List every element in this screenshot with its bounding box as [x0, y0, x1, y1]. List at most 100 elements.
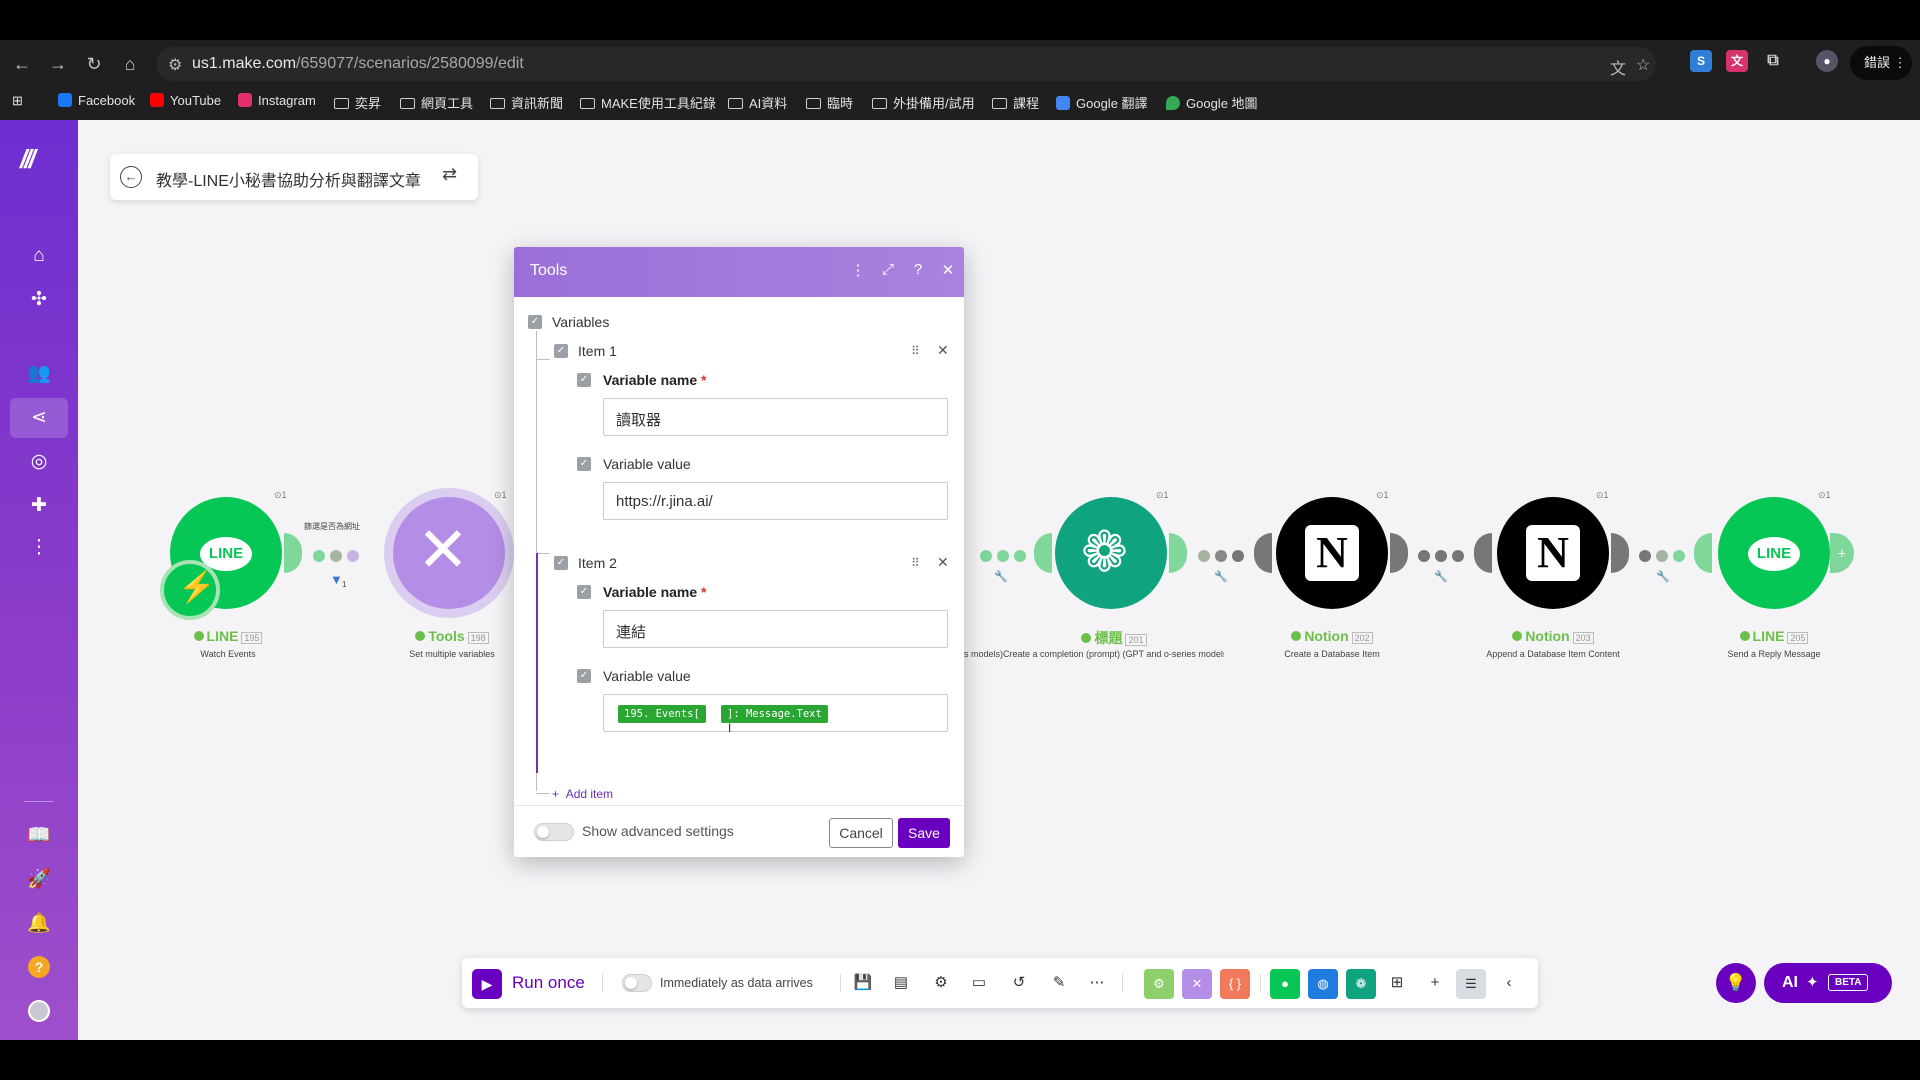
remove-item-close-icon[interactable]: ✕ [937, 554, 949, 571]
rocket-icon[interactable]: 🚀 [25, 866, 53, 894]
bookmark-folder[interactable]: 網頁工具 [400, 93, 473, 112]
filter-funnel-icon[interactable]: ▼ [330, 572, 343, 587]
play-icon[interactable]: ▶ [472, 969, 502, 999]
openai-completion-node[interactable]: ❁ [1055, 497, 1167, 609]
extension-s-icon[interactable]: S [1690, 50, 1712, 72]
expand-icon[interactable]: ⤢ [878, 261, 898, 278]
tools-flow-control-icon[interactable]: ⚙ [1144, 969, 1174, 999]
wrench-icon[interactable]: 🔧 [1656, 570, 1670, 583]
item2-value-checkbox[interactable]: ✓ [577, 669, 591, 683]
reload-icon[interactable]: ↻ [80, 50, 108, 78]
back-circle-icon[interactable]: ← [120, 166, 142, 188]
bookmark-folder[interactable]: 外掛備用/試用 [872, 93, 975, 112]
make-logo[interactable]: /// [20, 144, 58, 174]
openai-app-icon[interactable]: ❁ [1346, 969, 1376, 999]
save-disk-icon[interactable]: 💾 [852, 972, 874, 994]
drag-handle-icon[interactable]: ⠿ [911, 556, 920, 570]
item2-checkbox[interactable]: ✓ [554, 556, 568, 570]
site-settings-icon[interactable]: ⚙ [168, 55, 182, 75]
bookmark-star-icon[interactable]: ☆ [1636, 55, 1650, 75]
wrench-icon[interactable]: 🔧 [1214, 570, 1228, 583]
text-parser-icon[interactable]: { } [1220, 969, 1250, 999]
avatar[interactable] [28, 1000, 50, 1022]
bookmark-instagram[interactable]: Instagram [238, 93, 316, 108]
advanced-settings-toggle[interactable] [534, 823, 574, 841]
bookmark-google-maps[interactable]: Google 地圖 [1166, 93, 1258, 112]
auto-align-wand-icon[interactable]: ✎ [1048, 972, 1070, 994]
address-bar[interactable]: ⚙ us1.make.com/659077/scenarios/2580099/… [156, 47, 1656, 81]
cancel-button[interactable]: Cancel [829, 818, 893, 848]
lightbulb-icon[interactable]: 💡 [1716, 963, 1756, 1003]
bookmark-google-translate[interactable]: Google 翻譯 [1056, 93, 1148, 112]
item2-variable-value-field[interactable]: 195. Events[ ]: Message.Text I [603, 694, 948, 735]
bookmark-folder[interactable]: 奕昇 [334, 93, 381, 112]
bookmark-folder[interactable]: 資訊新聞 [490, 93, 563, 112]
item2-name-checkbox[interactable]: ✓ [577, 585, 591, 599]
apps-puzzle-icon[interactable]: ✚ [25, 492, 53, 520]
bookmark-facebook[interactable]: Facebook [58, 93, 135, 108]
item2-variable-name-field[interactable]: 連結 [603, 610, 948, 648]
variables-checkbox[interactable]: ✓ [528, 315, 542, 329]
http-globe-icon[interactable]: ◍ [1308, 969, 1338, 999]
item1-name-checkbox[interactable]: ✓ [577, 373, 591, 387]
scenario-name[interactable]: 教學-LINE小秘書協助分析與翻譯文章 [156, 167, 421, 191]
more-horizontal-icon[interactable]: ⋯ [1086, 972, 1108, 994]
wrench-icon[interactable]: 🔧 [1434, 570, 1448, 583]
undo-icon[interactable]: ↺ [1008, 972, 1030, 994]
immediately-toggle[interactable] [622, 974, 652, 992]
apps-grid-icon[interactable]: ⊞ [12, 93, 23, 109]
mapped-value-pill[interactable]: 195. Events[ [618, 705, 706, 723]
home-icon[interactable]: ⌂ [25, 242, 53, 270]
bookmark-folder[interactable]: 課程 [992, 93, 1039, 112]
apps-grid-icon[interactable]: ⊞ [1386, 972, 1408, 994]
item1-variable-value-field[interactable]: https://r.jina.ai/ [603, 482, 948, 520]
docs-book-icon[interactable]: 📖 [25, 822, 53, 850]
profile-avatar-icon[interactable]: ● [1816, 50, 1838, 72]
notion-create-item-node[interactable]: N [1276, 497, 1388, 609]
close-icon[interactable]: ✕ [938, 261, 958, 279]
add-module-plus-icon[interactable]: + [1830, 533, 1854, 573]
tools-icon[interactable]: ✕ [1182, 969, 1212, 999]
bookmark-folder[interactable]: MAKE使用工具紀錄 [580, 93, 716, 112]
more-vertical-icon[interactable]: ⋮ [25, 534, 53, 562]
templates-icon[interactable]: ◎ [25, 448, 53, 476]
scenarios-hub-icon[interactable]: ✣ [25, 286, 53, 314]
bookmark-folder[interactable]: AI資料 [728, 93, 787, 112]
line-reply-message-node[interactable]: LINE [1718, 497, 1830, 609]
filter-label[interactable]: 篩選是否為網址 [304, 521, 360, 532]
item1-checkbox[interactable]: ✓ [554, 344, 568, 358]
help-question-icon[interactable]: ? [908, 261, 928, 278]
instant-trigger-badge[interactable]: ⚡ [160, 560, 220, 620]
bookmark-youtube[interactable]: YouTube [150, 93, 221, 108]
collapse-chevron-left-icon[interactable]: ‹ [1498, 972, 1520, 994]
ai-assistant-button[interactable]: AI ✦ BETA [1764, 963, 1892, 1003]
drag-handle-icon[interactable]: ⠿ [911, 344, 920, 358]
scheduling-icon[interactable]: ▤ [890, 972, 912, 994]
mapped-value-pill[interactable]: ]: Message.Text [721, 705, 828, 723]
add-plus-icon[interactable]: + [1424, 972, 1446, 994]
extensions-puzzle-icon[interactable]: ⧉ [1762, 50, 1784, 72]
remove-item-close-icon[interactable]: ✕ [937, 342, 949, 359]
tools-set-variables-node[interactable]: ✕ [393, 497, 505, 609]
add-item-button[interactable]: + Add item [552, 787, 613, 801]
help-icon[interactable]: ? [28, 956, 50, 978]
save-button[interactable]: Save [898, 818, 950, 848]
checklist-icon[interactable]: ☰ [1456, 969, 1486, 999]
bookmark-folder[interactable]: 臨時 [806, 93, 853, 112]
more-vertical-icon[interactable]: ⋮ [848, 261, 868, 279]
run-once-button[interactable]: Run once [512, 973, 585, 993]
bell-icon[interactable]: 🔔 [25, 910, 53, 938]
home-icon[interactable]: ⌂ [116, 50, 144, 78]
notes-icon[interactable]: ▭ [968, 972, 990, 994]
item1-variable-name-field[interactable]: 讀取器 [603, 398, 948, 436]
line-app-icon[interactable]: ● [1270, 969, 1300, 999]
wrench-icon[interactable]: 🔧 [994, 570, 1008, 583]
share-scenarios-icon[interactable]: ⋖ [25, 404, 53, 432]
translate-page-icon[interactable]: 文 [1610, 55, 1626, 79]
extension-translate-icon[interactable]: 文 [1726, 50, 1748, 72]
back-arrow-icon[interactable]: ← [8, 50, 36, 78]
item1-value-checkbox[interactable]: ✓ [577, 457, 591, 471]
forward-arrow-icon[interactable]: → [44, 50, 72, 78]
profile-status-pill[interactable]: 錯誤 ⋮ [1850, 46, 1912, 80]
notion-append-content-node[interactable]: N [1497, 497, 1609, 609]
